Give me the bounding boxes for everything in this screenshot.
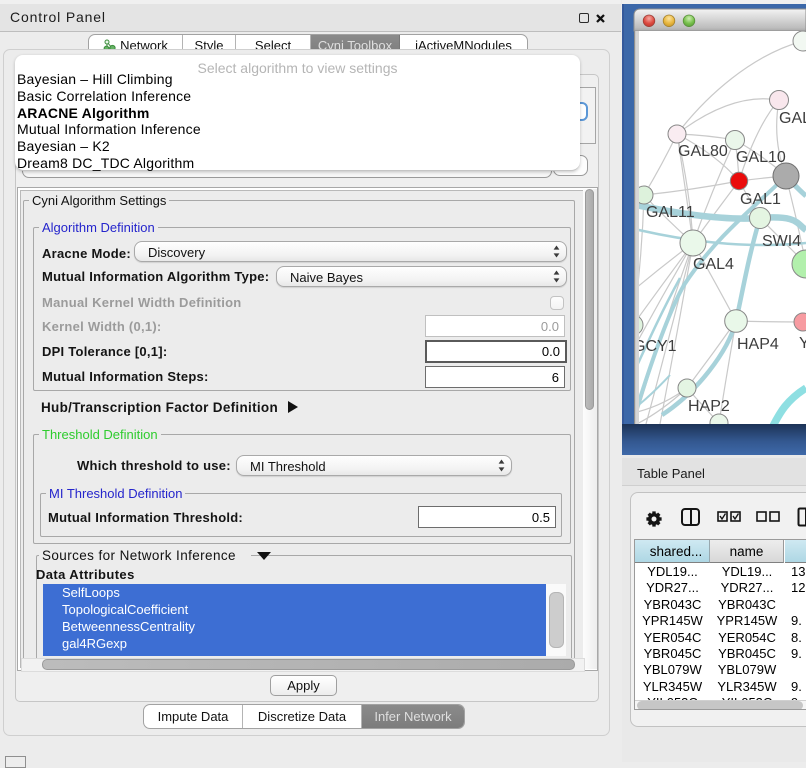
svg-text:GAL7: GAL7: [779, 110, 806, 127]
svg-text:HAP4: HAP4: [737, 336, 779, 353]
svg-text:GAL4: GAL4: [693, 256, 734, 273]
svg-text:HAP2: HAP2: [688, 398, 730, 415]
svg-text:Y: Y: [799, 335, 806, 352]
svg-text:GCY1: GCY1: [633, 338, 677, 355]
svg-text:SWI4: SWI4: [762, 233, 801, 250]
svg-text:GAL80: GAL80: [678, 143, 728, 160]
svg-text:GAL1: GAL1: [740, 191, 781, 208]
svg-text:GAL11: GAL11: [646, 204, 695, 221]
svg-text:GAL10: GAL10: [736, 149, 786, 166]
